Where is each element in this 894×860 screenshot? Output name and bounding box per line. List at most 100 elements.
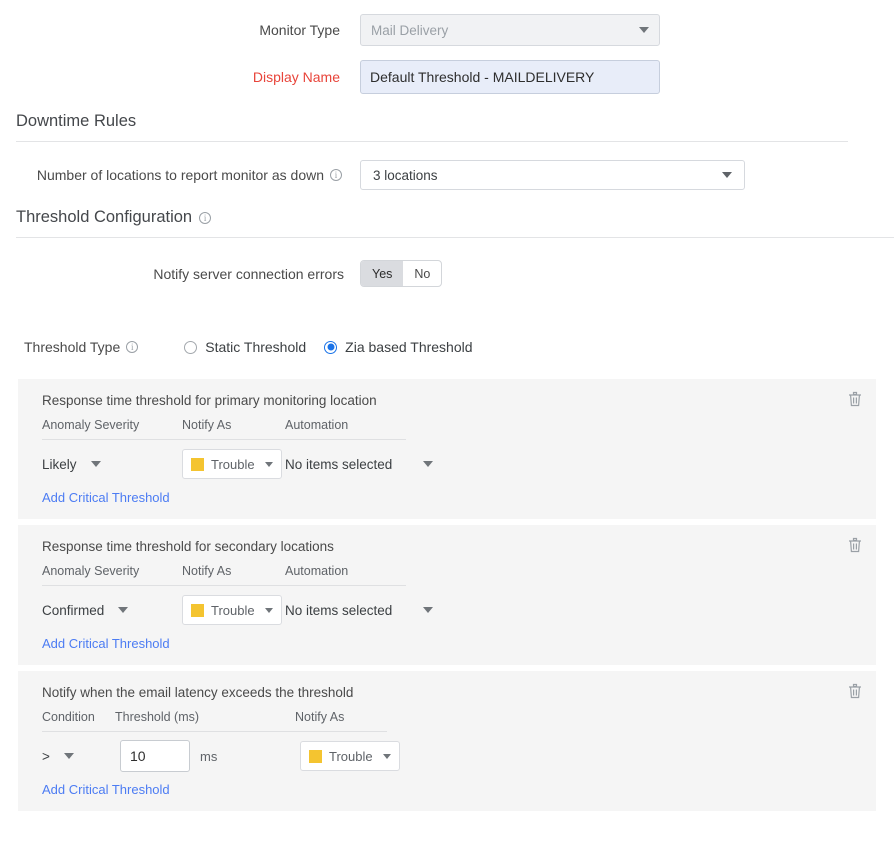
locations-select[interactable]: 3 locations [360, 160, 745, 190]
chevron-down-icon [265, 608, 273, 613]
notify-as-select[interactable]: Trouble [182, 595, 282, 625]
monitor-type-row: Monitor Type Mail Delivery [0, 14, 894, 46]
chevron-down-icon [423, 461, 433, 467]
automation-select[interactable]: No items selected [285, 603, 433, 618]
notify-as-cell: Trouble [182, 449, 285, 479]
header-notify-as: Notify As [295, 710, 385, 724]
radio-static-threshold[interactable]: Static Threshold [184, 339, 306, 355]
notify-as-value: Trouble [211, 457, 255, 472]
severity-color-swatch [191, 458, 204, 471]
radio-icon-selected[interactable] [324, 341, 337, 354]
threshold-configuration-title-text: Threshold Configuration [16, 208, 192, 227]
notify-as-select[interactable]: Trouble [300, 741, 400, 771]
add-critical-threshold-link[interactable]: Add Critical Threshold [42, 490, 170, 505]
chevron-down-icon [639, 27, 649, 33]
locations-label: Number of locations to report monitor as… [0, 167, 360, 183]
threshold-type-options: Static Threshold Zia based Threshold [184, 339, 472, 355]
severity-select-cell: Confirmed [42, 603, 182, 618]
locations-label-text: Number of locations to report monitor as… [37, 167, 324, 183]
threshold-value: 10 [130, 748, 146, 764]
threshold-configuration-divider [16, 237, 894, 238]
radio-icon[interactable] [184, 341, 197, 354]
trash-icon[interactable] [848, 683, 862, 699]
card-title: Response time threshold for primary moni… [42, 393, 860, 408]
chevron-down-icon [91, 461, 101, 467]
trash-icon[interactable] [848, 537, 862, 553]
downtime-divider [16, 141, 848, 142]
card-table-header: Condition Threshold (ms) Notify As [42, 710, 387, 732]
notify-errors-label: Notify server connection errors [0, 266, 360, 282]
monitor-type-label: Monitor Type [0, 22, 360, 38]
display-name-input[interactable]: Default Threshold - MAILDELIVERY [360, 60, 660, 94]
automation-cell: No items selected [285, 603, 405, 618]
chevron-down-icon [722, 172, 732, 178]
threshold-configuration-section: Threshold Configuration i Notify server … [0, 208, 894, 355]
info-icon[interactable]: i [330, 169, 342, 181]
header-anomaly-severity: Anomaly Severity [42, 418, 182, 432]
threshold-card-secondary: Response time threshold for secondary lo… [18, 525, 876, 665]
radio-zia-based-threshold[interactable]: Zia based Threshold [324, 339, 472, 355]
downtime-rules-title-text: Downtime Rules [16, 112, 136, 131]
header-condition: Condition [42, 710, 115, 724]
header-threshold-ms: Threshold (ms) [115, 710, 295, 724]
table-row: Confirmed Trouble No items selected [42, 586, 860, 634]
severity-color-swatch [309, 750, 322, 763]
table-row: > 10 ms Trouble [42, 732, 860, 780]
header-anomaly-severity: Anomaly Severity [42, 564, 182, 578]
card-table-header: Anomaly Severity Notify As Automation [42, 418, 406, 440]
downtime-rules-section: Downtime Rules Number of locations to re… [0, 112, 894, 190]
add-critical-threshold-link[interactable]: Add Critical Threshold [42, 636, 170, 651]
toggle-no[interactable]: No [403, 261, 441, 286]
card-title: Notify when the email latency exceeds th… [42, 685, 860, 700]
trash-icon[interactable] [848, 391, 862, 407]
info-icon[interactable]: i [199, 212, 211, 224]
notify-as-value: Trouble [211, 603, 255, 618]
chevron-down-icon [265, 462, 273, 467]
condition-select[interactable]: > [42, 749, 120, 764]
notify-errors-row: Notify server connection errors Yes No [0, 260, 894, 287]
condition-value: > [42, 749, 50, 764]
card-table-header: Anomaly Severity Notify As Automation [42, 564, 406, 586]
threshold-type-label-text: Threshold Type [24, 339, 120, 355]
automation-select[interactable]: No items selected [285, 457, 433, 472]
notify-as-value: Trouble [329, 749, 373, 764]
threshold-type-row: Threshold Type i Static Threshold Zia ba… [0, 339, 894, 355]
chevron-down-icon [64, 753, 74, 759]
toggle-yes[interactable]: Yes [361, 261, 403, 286]
info-icon[interactable]: i [126, 341, 138, 353]
header-automation: Automation [285, 418, 405, 432]
notify-errors-toggle[interactable]: Yes No [360, 260, 442, 287]
threshold-card-primary: Response time threshold for primary moni… [18, 379, 876, 519]
monitor-form: Monitor Type Mail Delivery Display Name … [0, 0, 894, 94]
threshold-unit: ms [200, 749, 217, 764]
notify-as-select[interactable]: Trouble [182, 449, 282, 479]
display-name-label: Display Name [0, 69, 360, 85]
display-name-value: Default Threshold - MAILDELIVERY [370, 69, 594, 85]
monitor-type-value: Mail Delivery [371, 23, 448, 38]
add-critical-threshold-link[interactable]: Add Critical Threshold [42, 782, 170, 797]
radio-zia-based-threshold-label: Zia based Threshold [345, 339, 472, 355]
card-title: Response time threshold for secondary lo… [42, 539, 860, 554]
header-automation: Automation [285, 564, 405, 578]
radio-static-threshold-label: Static Threshold [205, 339, 306, 355]
chevron-down-icon [383, 754, 391, 759]
threshold-type-label: Threshold Type i [24, 339, 138, 355]
threshold-input[interactable]: 10 [120, 740, 190, 772]
chevron-down-icon [118, 607, 128, 613]
condition-cell: > [42, 749, 120, 764]
severity-select[interactable]: Likely [42, 457, 182, 472]
downtime-rules-title: Downtime Rules [0, 112, 894, 131]
notify-as-cell: Trouble [182, 595, 285, 625]
monitor-type-select[interactable]: Mail Delivery [360, 14, 660, 46]
threshold-cell: 10 ms [120, 740, 300, 772]
header-notify-as: Notify As [182, 564, 285, 578]
display-name-row: Display Name Default Threshold - MAILDEL… [0, 60, 894, 94]
threshold-cards: Response time threshold for primary moni… [0, 379, 894, 811]
automation-value: No items selected [285, 603, 392, 618]
severity-value: Confirmed [42, 603, 104, 618]
threshold-card-email-latency: Notify when the email latency exceeds th… [18, 671, 876, 811]
automation-value: No items selected [285, 457, 392, 472]
severity-value: Likely [42, 457, 77, 472]
notify-as-cell: Trouble [300, 741, 410, 771]
severity-select[interactable]: Confirmed [42, 603, 182, 618]
